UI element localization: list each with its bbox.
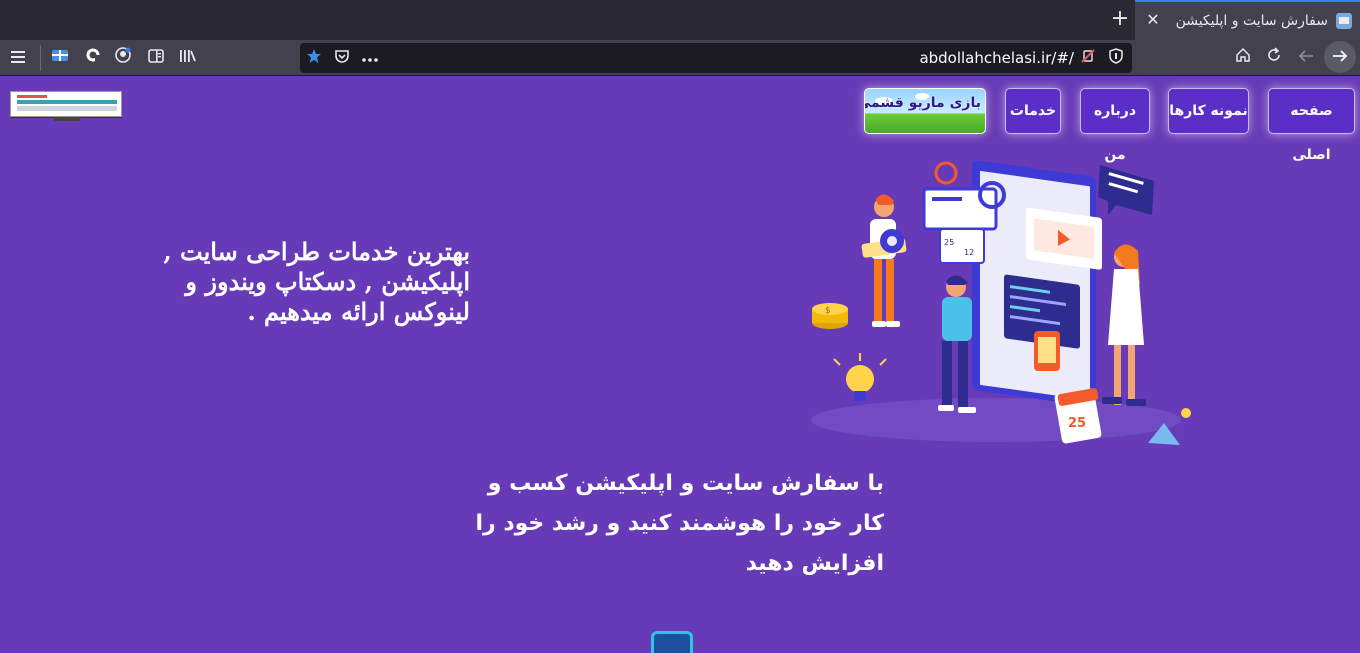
extension-icon[interactable]: [47, 46, 73, 70]
nav-home-button[interactable]: صفحه اصلی: [1268, 88, 1355, 163]
nav-about-button[interactable]: درباره من: [1080, 88, 1150, 163]
tab-title: سفارش سایت و اپلیکیشن: [1175, 13, 1328, 29]
hero-headline: بهترین خدمات طراحی سایت , اپلیکیشن , دسک…: [163, 237, 470, 326]
url-bar[interactable]: abdollahchelasi.ir/#/: [300, 43, 1132, 73]
tracking-off-icon[interactable]: [1078, 48, 1098, 68]
back-icon[interactable]: [1293, 46, 1319, 70]
coin-symbol: $: [825, 306, 831, 316]
browser-tab-bar: + سفارش سایت و اپلیکیشن ✕: [0, 0, 1360, 40]
nav-portfolio-button[interactable]: نمونه کارها: [1168, 88, 1249, 134]
menu-icon[interactable]: [5, 46, 31, 70]
hero-illustration: 25 12 $ 25: [796, 145, 1204, 507]
shield-icon[interactable]: [1106, 48, 1126, 68]
web-page: صفحه اصلی نمونه کارها درباره من خدمات با…: [0, 77, 1360, 653]
account-icon[interactable]: [110, 46, 136, 70]
device-icon: [651, 631, 693, 653]
url-text[interactable]: abdollahchelasi.ir/#/: [919, 49, 1074, 67]
circle-icon[interactable]: [80, 46, 106, 70]
star-icon[interactable]: [304, 48, 324, 68]
toolbar-separator: [40, 45, 41, 71]
logo-stand: [54, 117, 80, 121]
nav-services-button[interactable]: خدمات: [1005, 88, 1061, 134]
browser-tab-active[interactable]: سفارش سایت و اپلیکیشن ✕: [1135, 0, 1360, 40]
reload-icon[interactable]: [1261, 46, 1287, 70]
comments-count: 12: [964, 248, 974, 257]
more-icon[interactable]: [360, 48, 380, 68]
new-tab-button[interactable]: +: [1108, 6, 1132, 31]
mario-label: بازی ماریو قشمی: [864, 95, 981, 111]
forward-icon[interactable]: [1324, 41, 1356, 73]
site-logo[interactable]: [10, 91, 122, 117]
pocket-icon[interactable]: [332, 48, 352, 68]
home-icon[interactable]: [1230, 46, 1256, 70]
tab-close-button[interactable]: ✕: [1143, 10, 1163, 29]
calendar-number: 25: [1068, 416, 1086, 431]
tab-favicon-icon: [1336, 13, 1352, 29]
browser-toolbar: abdollahchelasi.ir/#/: [0, 40, 1360, 76]
nav-mario-game-button[interactable]: بازی ماریو قشمی: [864, 88, 986, 134]
library-icon[interactable]: [175, 46, 201, 70]
sidebar-icon[interactable]: [143, 46, 169, 70]
likes-count: 25: [944, 238, 954, 247]
hero-subline: با سفارش سایت و اپلیکیشن کسب و کار خود ر…: [475, 471, 884, 576]
